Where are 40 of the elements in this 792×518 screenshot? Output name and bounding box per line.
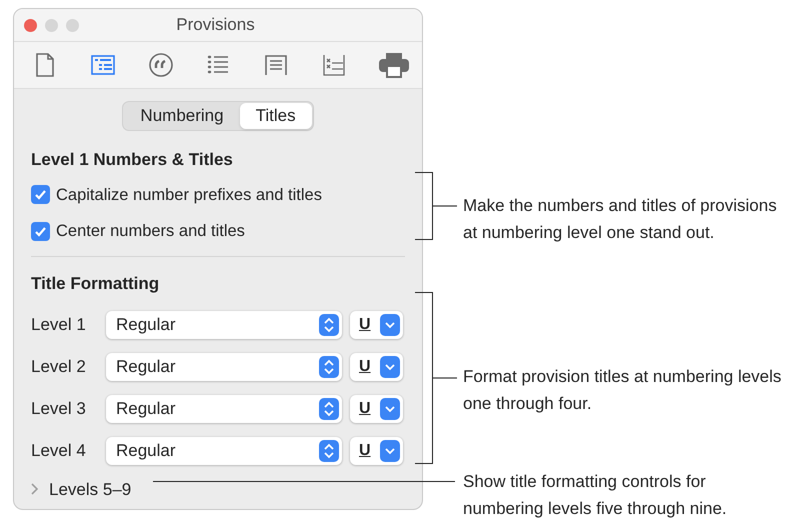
- underline-popup-button[interactable]: U: [350, 352, 403, 380]
- window-title: Provisions: [176, 14, 255, 36]
- up-down-chevron-icon: [319, 398, 339, 420]
- tab[interactable]: Titles: [240, 103, 312, 129]
- callout-bracket: [415, 172, 457, 240]
- level-label: Level 1: [31, 314, 87, 336]
- chevron-down-icon: [380, 440, 400, 462]
- checkbox[interactable]: [31, 222, 50, 242]
- section-heading: Title Formatting: [31, 273, 160, 295]
- underline-popup-button[interactable]: U: [350, 436, 403, 464]
- style-popup-button[interactable]: Regular: [106, 310, 342, 338]
- level-label: Level 2: [31, 356, 87, 378]
- underline-popup-button[interactable]: U: [350, 310, 403, 338]
- close-button[interactable]: [24, 18, 37, 32]
- tab[interactable]: Numbering: [124, 103, 240, 129]
- style-popup-button[interactable]: Regular: [106, 394, 342, 422]
- style-popup-button[interactable]: Regular: [106, 436, 342, 464]
- chevron-down-icon: [380, 398, 400, 420]
- callout-text: Format provision titles at numbering levels one through four.: [463, 366, 782, 415]
- up-down-chevron-icon: [319, 314, 339, 336]
- up-down-chevron-icon: [319, 356, 339, 378]
- section-heading: Level 1 Numbers & Titles: [31, 149, 234, 171]
- chevron-down-icon: [380, 356, 400, 378]
- level-label: Level 3: [31, 398, 87, 420]
- style-popup-button[interactable]: Regular: [106, 352, 342, 380]
- check-icon: [34, 225, 47, 238]
- callout-text: Make the numbers and titles of provisions at numbering level one stand out.: [463, 195, 778, 244]
- up-down-chevron-icon: [319, 440, 339, 462]
- callout-text: Show title formatting controls for numbering levels five through nine.: [463, 471, 728, 518]
- checkbox-label: Center numbers and titles: [56, 221, 245, 242]
- checkbox-label: Capitalize number prefixes and titles: [56, 184, 322, 206]
- chevron-down-icon: [380, 314, 400, 336]
- quote-icon[interactable]: [146, 51, 175, 79]
- printer-icon[interactable]: [378, 51, 410, 79]
- level-label: Level 4: [31, 440, 87, 462]
- checkbox[interactable]: [31, 185, 50, 204]
- disclosure-chevron-icon: [31, 483, 39, 496]
- levels-disclosure[interactable]: Levels 5–9: [31, 476, 132, 502]
- check-icon: [34, 188, 47, 202]
- underline-popup-button[interactable]: U: [350, 394, 403, 422]
